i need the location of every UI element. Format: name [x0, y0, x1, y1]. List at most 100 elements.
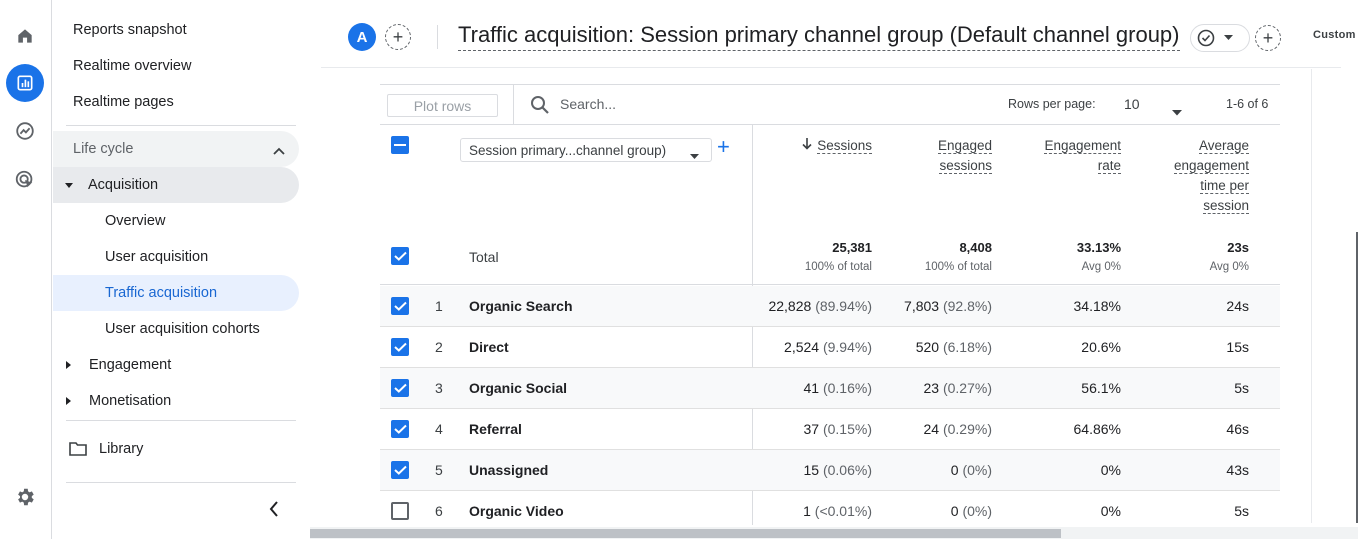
total-label: Total [469, 249, 499, 265]
explore-icon[interactable] [6, 112, 44, 150]
row-avg-time: 46s [1226, 421, 1249, 437]
row-engaged-pct: (0.27%) [942, 380, 992, 396]
row-sessions-pct: (0.15%) [822, 421, 872, 437]
nav-label: Engagement [89, 357, 172, 373]
nav-label: Acquisition [88, 177, 159, 193]
row-channel-label[interactable]: Referral [469, 421, 522, 437]
table-row[interactable]: 4 Referral 37 (0.15%) 24 (0.29%) 64.86% 46s [380, 409, 1280, 450]
collapse-chevron-icon[interactable] [265, 500, 283, 518]
table-row[interactable]: 5 Unassigned 15 (0.06%) 0 (0%) 0% 43s [380, 450, 1280, 491]
nav-user-acquisition-cohorts[interactable]: User acquisition cohorts [53, 311, 299, 347]
comparison-avatar[interactable]: A [348, 23, 376, 51]
row-channel-label[interactable]: Organic Video [469, 503, 564, 519]
row-checkbox[interactable] [391, 379, 409, 397]
nav-label: User acquisition [105, 249, 209, 265]
row-engaged-value: 7,803 [904, 298, 940, 314]
folder-icon [69, 442, 87, 456]
settings-icon[interactable] [6, 478, 44, 516]
plot-rows-button[interactable]: Plot rows [387, 94, 498, 117]
search-input[interactable]: Search... [560, 96, 616, 112]
reports-icon[interactable] [6, 64, 44, 102]
home-icon[interactable] [6, 17, 44, 55]
row-checkbox[interactable] [391, 502, 409, 520]
advertising-icon[interactable] [6, 161, 44, 199]
row-engagement-rate: 34.18% [1073, 298, 1121, 314]
nav-divider [66, 420, 296, 421]
nav-reports-snapshot[interactable]: Reports snapshot [53, 12, 299, 48]
horizontal-scrollbar-thumb[interactable] [310, 529, 1061, 538]
row-number: 2 [435, 339, 443, 355]
nav-label: Traffic acquisition [105, 285, 218, 301]
total-engaged: 8,408 [959, 240, 992, 255]
nav-engagement[interactable]: Engagement [53, 347, 299, 383]
row-engagement-rate: 0% [1100, 503, 1121, 519]
nav-user-acquisition[interactable]: User acquisition [53, 239, 299, 275]
row-channel-label[interactable]: Direct [469, 339, 509, 355]
row-channel-label[interactable]: Organic Search [469, 298, 573, 314]
total-checkbox[interactable] [391, 247, 409, 265]
dimension-select[interactable]: Session primary...channel group) [460, 138, 712, 162]
icon-rail [0, 0, 52, 539]
col-sessions[interactable]: Sessions [772, 136, 872, 156]
report-status-dropdown[interactable] [1190, 24, 1250, 52]
row-avg-time: 5s [1234, 503, 1249, 519]
col-label: Engagement [1044, 138, 1121, 154]
col-label: Engaged [937, 138, 992, 154]
nav-traffic-acquisition[interactable]: Traffic acquisition [53, 275, 299, 311]
table-row[interactable]: 2 Direct 2,524 (9.94%) 520 (6.18%) 20.6% 15s [380, 327, 1280, 368]
dropdown-arrow-icon [690, 148, 699, 163]
row-sessions: 41 (0.16%) [752, 380, 873, 396]
col-label: engagement [1173, 158, 1249, 174]
row-engaged: 520 (6.18%) [872, 339, 992, 355]
table-row[interactable]: 1 Organic Search 22,828 (89.94%) 7,803 (92.… [380, 286, 1280, 327]
col-sessions-label: Sessions [817, 138, 872, 154]
table-toolbar: Plot rows Search... Rows per page: 10 1-… [380, 85, 1280, 125]
custom-label[interactable]: Custom [1313, 29, 1356, 41]
add-comparison-icon[interactable]: + [385, 24, 411, 50]
table-row[interactable]: 6 Organic Video 1 (<0.01%) 0 (0%) 0% 5s [380, 491, 1280, 532]
row-checkbox[interactable] [391, 338, 409, 356]
row-sessions-value: 1 [803, 503, 811, 519]
col-engagement-rate[interactable]: Engagement rate [1000, 136, 1121, 176]
col-avg-engagement-time[interactable]: Average engagement time per session [1129, 136, 1249, 216]
total-sessions: 25,381 [832, 240, 872, 255]
toolbar-divider [513, 85, 514, 125]
row-engaged-pct: (6.18%) [942, 339, 992, 355]
row-checkbox[interactable] [391, 420, 409, 438]
nav-divider [66, 482, 296, 483]
dropdown-arrow-icon[interactable] [1172, 103, 1182, 121]
add-comparison-icon[interactable]: + [1255, 25, 1281, 51]
table-row[interactable]: 3 Organic Social 41 (0.16%) 23 (0.27%) 56.1%… [380, 368, 1280, 409]
page-title[interactable]: Traffic acquisition: Session primary cha… [458, 22, 1180, 51]
nav-acquisition[interactable]: Acquisition [53, 167, 299, 203]
total-rate: 33.13% [1076, 240, 1121, 255]
select-all-checkbox[interactable] [391, 136, 409, 154]
nav-section-life-cycle[interactable]: Life cycle [53, 131, 299, 167]
add-dimension-button[interactable]: + [717, 135, 730, 159]
col-label: Average [1198, 138, 1249, 154]
total-avg-sub: Avg 0% [1209, 261, 1249, 273]
col-engaged-sessions[interactable]: Engaged sessions [892, 136, 992, 176]
nav-realtime-pages[interactable]: Realtime pages [53, 84, 299, 120]
search-icon [530, 95, 550, 120]
row-checkbox[interactable] [391, 461, 409, 479]
row-engaged-value: 520 [915, 339, 940, 355]
row-engagement-rate: 0% [1100, 462, 1121, 478]
nav-realtime-overview[interactable]: Realtime overview [53, 48, 299, 84]
nav-monetisation[interactable]: Monetisation [53, 383, 299, 419]
total-avg: 23s [1227, 240, 1249, 255]
row-engaged: 23 (0.27%) [872, 380, 993, 396]
row-channel-label[interactable]: Unassigned [469, 462, 548, 478]
nav-acq-overview[interactable]: Overview [53, 203, 299, 239]
nav-section-label: Life cycle [73, 141, 134, 157]
row-sessions-pct: (<0.01%) [814, 503, 872, 519]
row-engaged-value: 23 [923, 380, 940, 396]
row-checkbox[interactable] [391, 297, 409, 315]
row-sessions: 1 (<0.01%) [752, 503, 872, 519]
row-avg-time: 15s [1226, 339, 1249, 355]
rows-per-page-select[interactable]: 10 [1124, 96, 1140, 112]
nav-library[interactable]: Library [53, 431, 299, 467]
row-channel-label[interactable]: Organic Social [469, 380, 567, 396]
row-sessions: 37 (0.15%) [752, 421, 873, 437]
row-avg-time: 43s [1226, 462, 1249, 478]
